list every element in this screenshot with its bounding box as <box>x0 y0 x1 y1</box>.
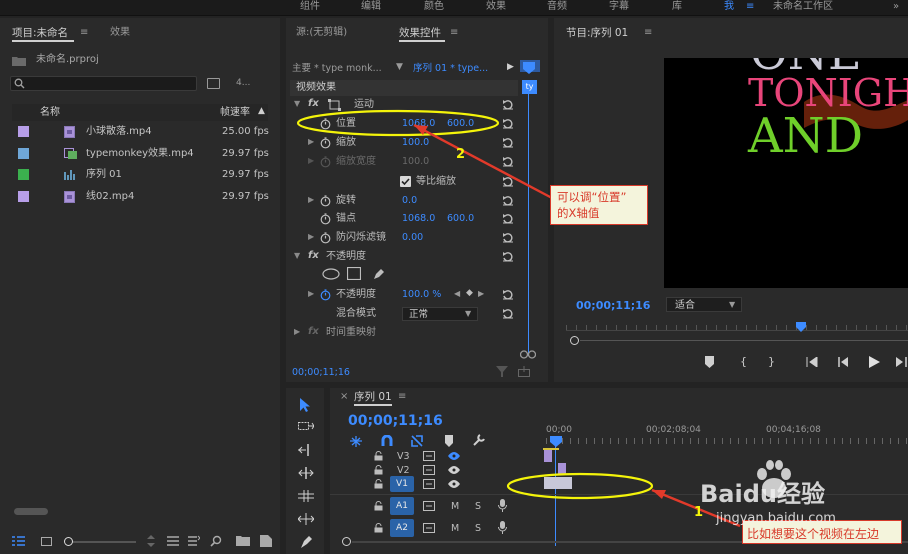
arrow-to-position <box>413 123 553 200</box>
highlight-ellipse-position <box>296 109 500 137</box>
watermark-url: jingyan.baidu.com <box>716 511 836 526</box>
watermark-brand: Baidu经验 <box>700 480 825 508</box>
note-position-callout: 可以调“位置” 的X轴值 <box>550 185 648 225</box>
arrow-head <box>652 490 666 499</box>
step-2-label: 2 <box>456 147 466 162</box>
highlight-ellipse-clip <box>506 472 654 500</box>
